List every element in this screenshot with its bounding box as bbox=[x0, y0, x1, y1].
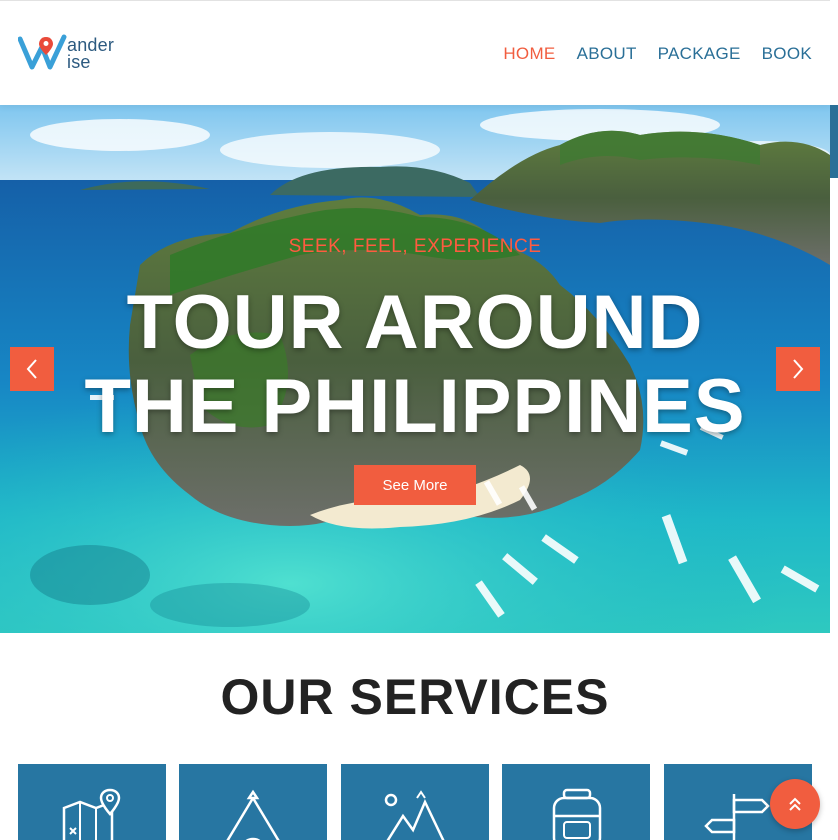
chevron-right-icon bbox=[793, 359, 804, 379]
nav-book[interactable]: BOOK bbox=[762, 44, 812, 64]
backpack-icon bbox=[552, 788, 602, 840]
site-logo[interactable]: ander ise bbox=[18, 31, 128, 75]
hero-slider: SEEK, FEEL, EXPERIENCE TOUR AROUND THE P… bbox=[0, 105, 830, 633]
tent-icon bbox=[226, 789, 280, 840]
logo-text-line2: ise bbox=[67, 52, 91, 72]
nav-home[interactable]: HOME bbox=[503, 44, 555, 64]
mountain-icon bbox=[384, 790, 445, 840]
map-icon bbox=[62, 788, 121, 840]
nav-about[interactable]: ABOUT bbox=[577, 44, 637, 64]
hero-tagline: SEEK, FEEL, EXPERIENCE bbox=[288, 236, 542, 257]
service-tile-map[interactable] bbox=[18, 764, 166, 840]
hero-headline-line2: THE PHILIPPINES bbox=[84, 364, 746, 449]
page: ander ise HOME ABOUT PACKAGE BOOK SEEK, … bbox=[0, 0, 838, 840]
w-pin-logo-icon bbox=[18, 34, 67, 70]
services-title: OUR SERVICES bbox=[220, 669, 610, 725]
main-nav: HOME ABOUT PACKAGE BOOK bbox=[503, 44, 812, 64]
service-tile-backpacking[interactable] bbox=[502, 764, 650, 840]
service-tile-camping[interactable] bbox=[179, 764, 327, 840]
scrollbar-thumb[interactable] bbox=[830, 105, 838, 178]
slider-next-button[interactable] bbox=[776, 347, 820, 391]
double-chevron-up-icon bbox=[789, 797, 801, 811]
back-to-top-button[interactable] bbox=[770, 779, 820, 829]
signpost-icon bbox=[704, 794, 770, 840]
service-tile-hiking[interactable] bbox=[341, 764, 489, 840]
page-scrollbar[interactable] bbox=[830, 0, 838, 840]
chevron-left-icon bbox=[26, 359, 37, 379]
slider-prev-button[interactable] bbox=[10, 347, 54, 391]
site-header: ander ise HOME ABOUT PACKAGE BOOK bbox=[0, 0, 830, 105]
see-more-button[interactable]: See More bbox=[354, 465, 476, 505]
hero-headline-line1: TOUR AROUND bbox=[126, 280, 704, 365]
nav-package[interactable]: PACKAGE bbox=[658, 44, 741, 64]
